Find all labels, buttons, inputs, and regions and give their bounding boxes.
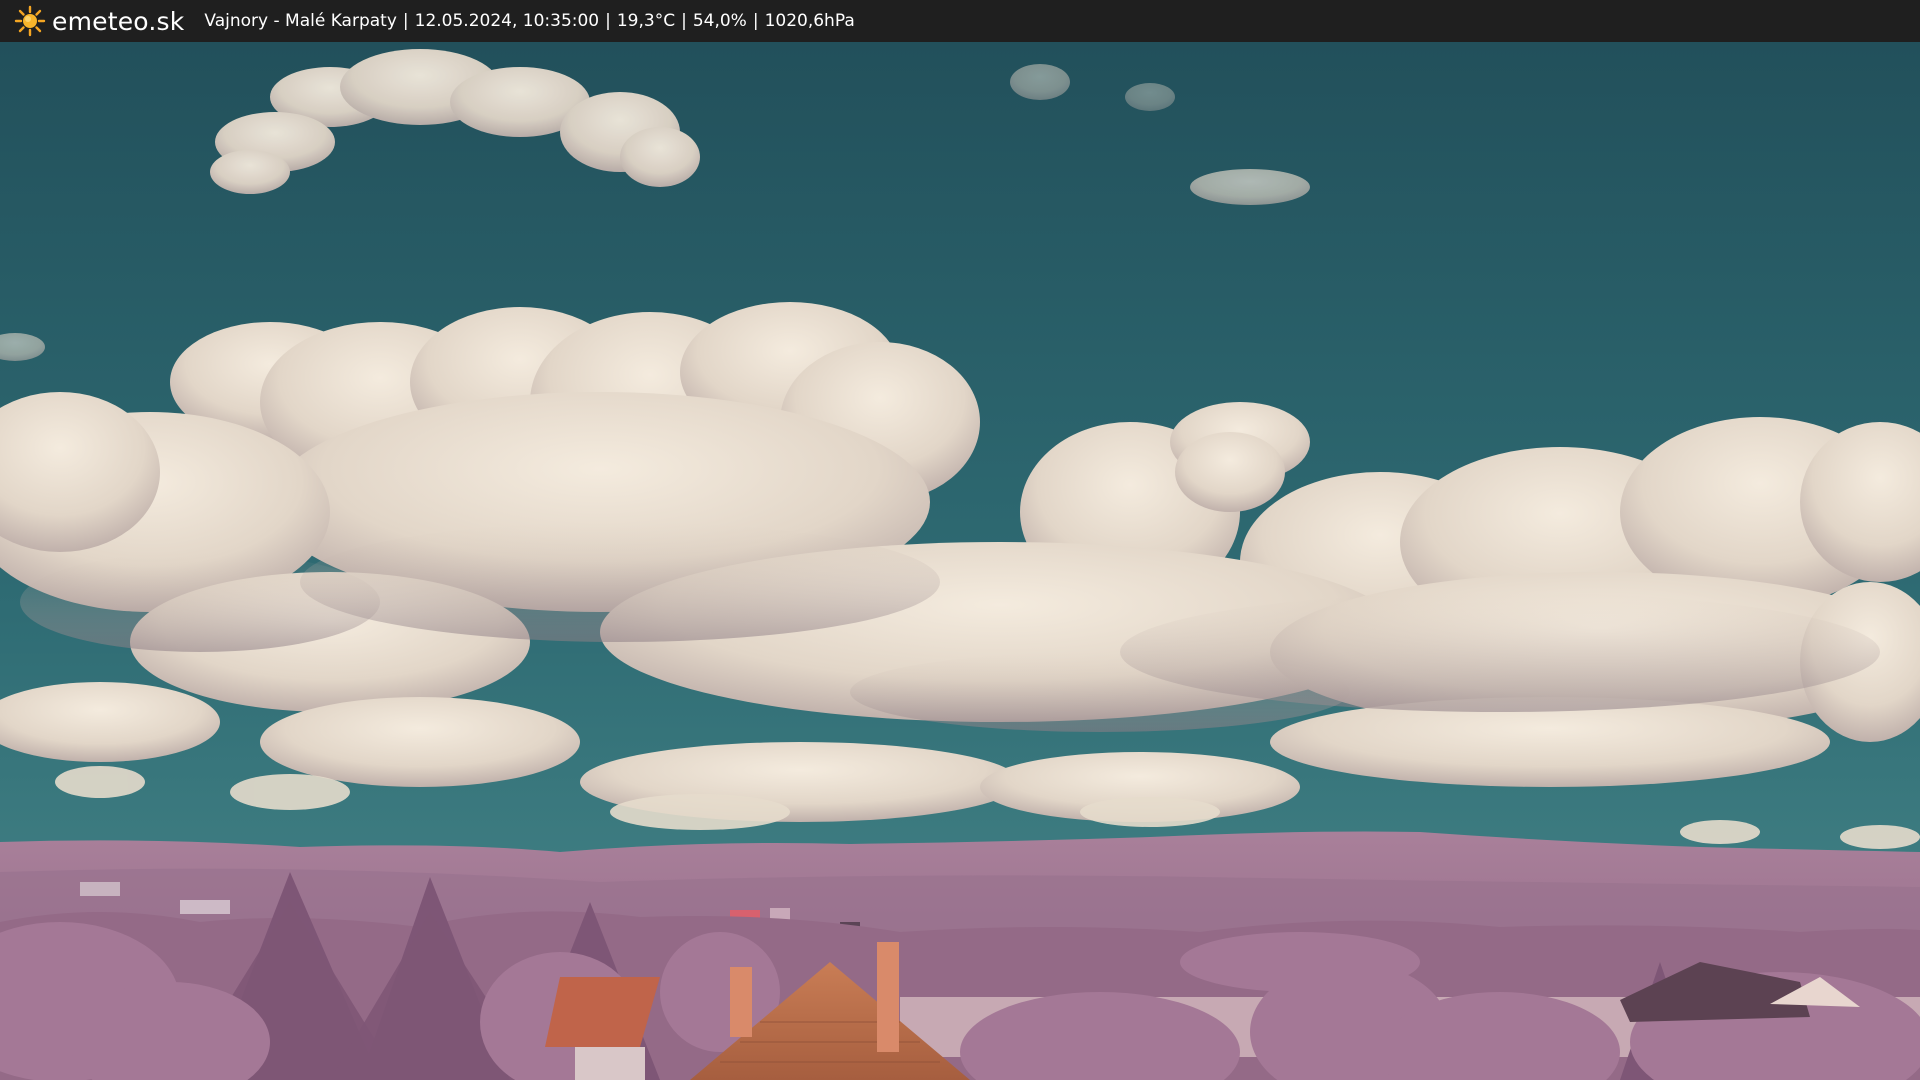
logo[interactable]: emeteo.sk [14,0,184,42]
pressure-value: 1020,6hPa [764,11,855,31]
brand-name: emeteo.sk [52,6,185,36]
timestamp: 12.05.2024, 10:35:00 [414,11,600,31]
caption-separator: | [402,11,409,31]
station-location: Vajnory - Malé Karpaty [204,11,397,31]
caption-separator: | [681,11,687,31]
caption-separator: | [752,11,759,31]
sun-icon [14,5,46,37]
top-info-bar: emeteo.sk Vajnory - Malé Karpaty | 12.05… [0,0,1920,42]
temperature-value: 19,3°C [616,11,676,31]
landscape-scene [0,42,1920,1080]
station-caption: Vajnory - Malé Karpaty | 12.05.2024, 10:… [204,11,854,31]
webcam-image [0,42,1920,1080]
humidity-value: 54,0% [692,11,747,31]
caption-separator: | [605,11,611,31]
